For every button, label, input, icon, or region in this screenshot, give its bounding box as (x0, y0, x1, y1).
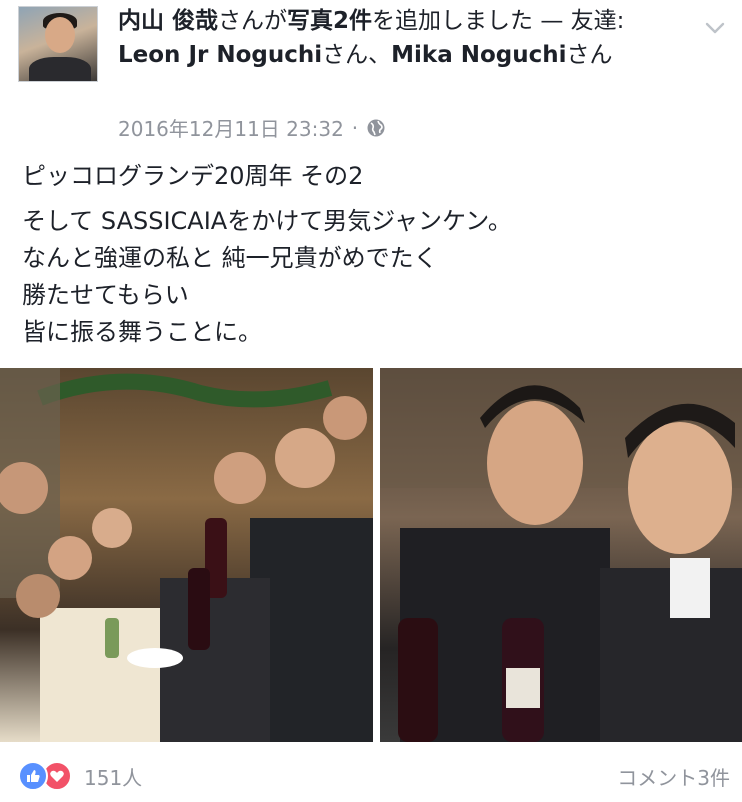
post-body: ピッコログランデ20周年 その2 そして SASSICAIAをかけて男気ジャンケ… (22, 158, 722, 351)
meta-dot: · (351, 115, 359, 140)
action-suffix: を追加しました — 友達: (372, 8, 625, 34)
group-photo-illustration (0, 368, 373, 742)
photo-two-men[interactable] (380, 368, 742, 742)
comments-count-link[interactable]: コメント3件 (617, 762, 730, 791)
tag-suffix: さん (566, 42, 613, 68)
heart-icon (50, 770, 64, 782)
post-timestamp[interactable]: 2016年12月11日 23:32 (118, 113, 344, 142)
reactions-count[interactable]: 151人 (84, 762, 142, 791)
wine-bottle-2 (188, 568, 210, 650)
person-4 (92, 508, 132, 548)
tag-separator: さん、 (322, 42, 392, 68)
post-meta: 2016年12月11日 23:32 · (118, 113, 386, 142)
post-body-line-1: そして SASSICAIAをかけて男気ジャンケン。 (22, 207, 512, 235)
globe-icon[interactable] (366, 118, 386, 138)
person-3 (16, 574, 60, 618)
author-avatar[interactable] (18, 6, 98, 82)
action-text: さんが (218, 8, 288, 34)
person-6 (275, 428, 335, 488)
post-header: 内山 俊哉さんが写真2件を追加しました — 友達: Leon Jr Noguch… (118, 4, 688, 72)
wine-bottle-right-1 (398, 618, 438, 742)
avatar-face (45, 17, 75, 53)
author-name-link[interactable]: 内山 俊哉 (118, 8, 218, 34)
person-5 (214, 452, 266, 504)
post-footer: 151人 コメント3件 (18, 760, 730, 792)
post-title-line: ピッコログランデ20周年 その2 (22, 162, 364, 190)
face-left (487, 401, 583, 525)
wine-bottle-3 (105, 618, 119, 658)
closeup-photo-illustration (380, 368, 742, 742)
person-2 (48, 536, 92, 580)
chevron-down-icon[interactable] (703, 16, 727, 40)
person-7 (323, 396, 367, 440)
face-right (628, 422, 732, 554)
photo-group-dinner[interactable] (0, 368, 373, 742)
photos-link[interactable]: 写真2件 (287, 8, 372, 34)
like-reaction-icon[interactable] (18, 761, 48, 791)
avatar-suit (29, 57, 91, 81)
wine-label (506, 668, 540, 708)
post-body-line-2: なんと強運の私と 純一兄貴がめでたく (22, 244, 438, 272)
tagged-friend-1-link[interactable]: Leon Jr Noguchi (118, 42, 322, 68)
post-body-line-3: 勝たせてもらい (22, 281, 189, 309)
tagged-friend-2-link[interactable]: Mika Noguchi (391, 42, 566, 68)
shirt-right (670, 558, 710, 618)
plate (127, 648, 183, 668)
garland (37, 373, 333, 408)
post-body-line-4: 皆に振る舞うことに。 (22, 318, 262, 346)
thumbs-up-icon (27, 770, 40, 782)
